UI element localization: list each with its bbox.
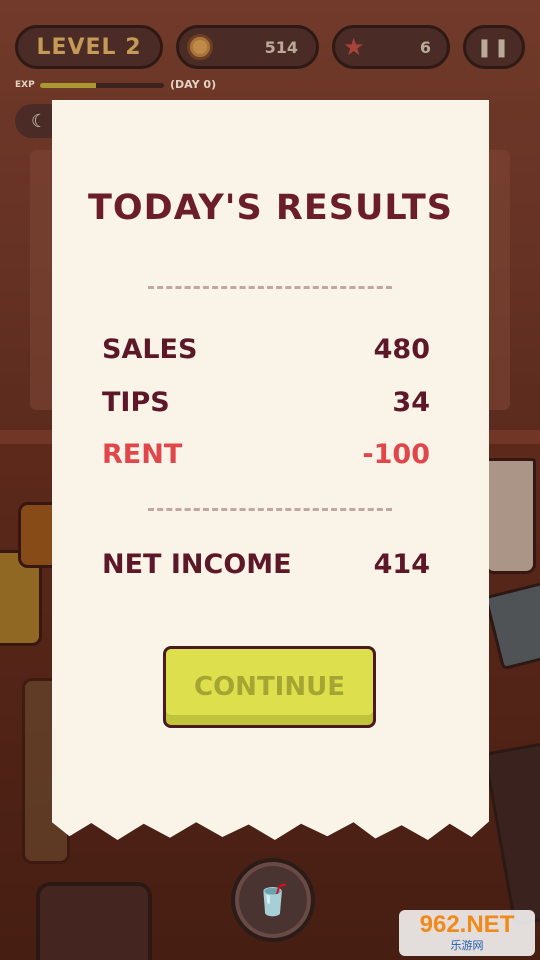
cup-icon: 🥤 — [254, 882, 292, 918]
continue-button[interactable]: CONTINUE — [163, 646, 376, 728]
results-title: TODAY'S RESULTS — [88, 188, 453, 228]
divider — [148, 508, 392, 511]
sales-value: 480 — [373, 334, 430, 365]
exp-bar — [40, 83, 164, 88]
day-label: (DAY 0) — [170, 78, 217, 91]
net-income-label: NET INCOME — [102, 549, 292, 580]
level-label: LEVEL 2 — [36, 34, 142, 60]
rent-value: -100 — [362, 439, 430, 470]
pause-button[interactable]: ❚❚ — [463, 25, 525, 69]
stars-counter[interactable]: ★ 6 — [332, 25, 450, 69]
exp-label: EXP — [15, 80, 35, 90]
exp-bar-fill — [40, 83, 96, 88]
sales-label: SALES — [102, 334, 198, 365]
rent-label: RENT — [102, 439, 183, 470]
moon-icon: ☾ — [31, 110, 48, 132]
watermark-sub: 乐游网 — [450, 940, 484, 952]
star-icon: ★ — [343, 33, 365, 61]
level-badge: LEVEL 2 — [15, 25, 163, 69]
stars-value: 6 — [419, 37, 431, 57]
net-income-value: 414 — [373, 549, 430, 580]
divider — [148, 286, 392, 289]
pause-icon: ❚❚ — [476, 36, 512, 58]
shaker-button[interactable]: 🥤 — [231, 858, 315, 942]
sales-row: SALES 480 — [102, 334, 430, 365]
results-receipt: TODAY'S RESULTS SALES 480 TIPS 34 RENT -… — [52, 100, 489, 840]
rent-row: RENT -100 — [102, 439, 430, 470]
tips-label: TIPS — [102, 387, 170, 418]
watermark-brand: 962.NET — [419, 911, 515, 938]
net-income-row: NET INCOME 414 — [102, 549, 430, 580]
tips-value: 34 — [392, 387, 430, 418]
tips-row: TIPS 34 — [102, 387, 430, 418]
coins-counter[interactable]: 514 — [176, 25, 319, 69]
watermark: 962.NET 乐游网 — [399, 910, 535, 956]
coins-value: 514 — [264, 37, 298, 57]
coin-icon — [187, 34, 213, 60]
